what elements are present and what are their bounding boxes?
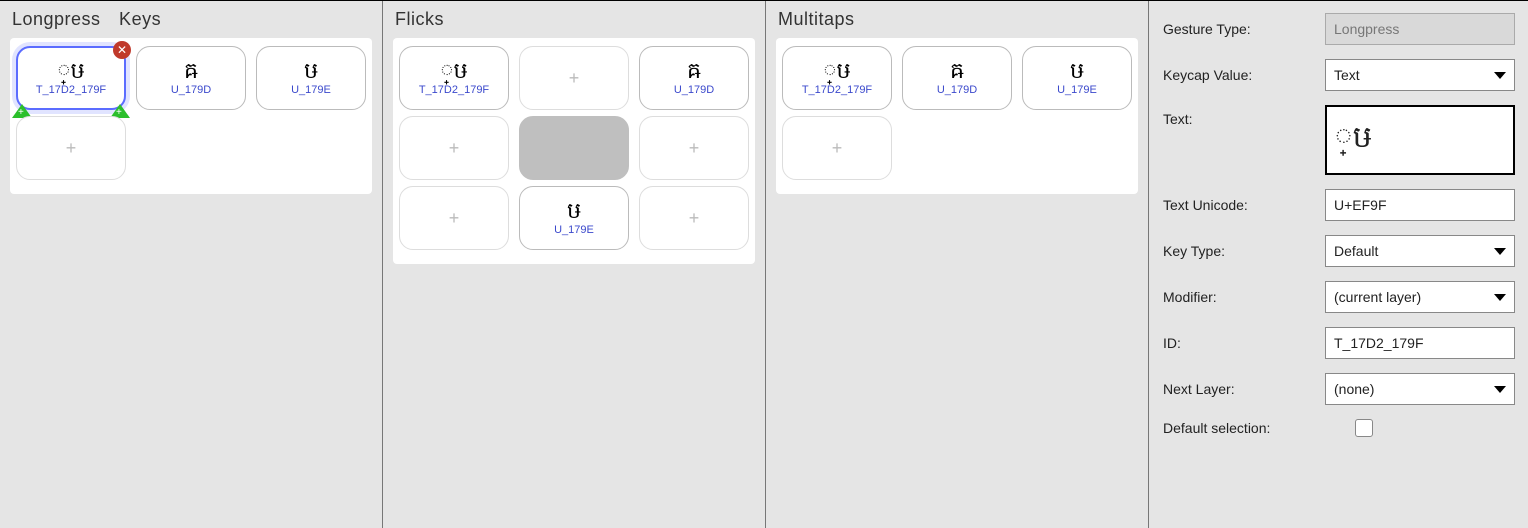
flick-ne[interactable]: ឝ U_179D [639, 46, 749, 110]
label-key-type: Key Type: [1163, 243, 1311, 259]
key-code: T_17D2_179F [36, 84, 106, 96]
label-keycap-value: Keycap Value: [1163, 67, 1311, 83]
key-glyph: ្ឞ [824, 60, 851, 82]
flicks-row-1: ្ឞ T_17D2_179F + ឝ U_179D [399, 46, 749, 110]
input-id[interactable]: T_17D2_179F [1325, 327, 1515, 359]
plus-icon: + [569, 69, 580, 87]
field-gesture-type: Longpress [1325, 13, 1515, 45]
label-id: ID: [1163, 335, 1311, 351]
longpress-row-2: + [16, 116, 366, 180]
label-default-selection: Default selection: [1163, 420, 1311, 436]
flicks-row-3: + ឞ U_179E + [399, 186, 749, 250]
flick-w[interactable]: + [399, 116, 509, 180]
key-code: U_179D [674, 84, 714, 96]
key-glyph: ឞ [304, 60, 318, 82]
key-code: U_179E [554, 224, 594, 236]
select-keycap-value[interactable]: Text [1325, 59, 1515, 91]
checkbox-default-selection[interactable] [1355, 419, 1373, 437]
key-code: U_179E [1057, 84, 1097, 96]
key-glyph: ឝ [184, 60, 198, 82]
checkbox-default-selection-wrap [1325, 419, 1515, 437]
value-key-type: Default [1334, 243, 1378, 259]
select-next-layer[interactable]: (none) [1325, 373, 1515, 405]
flick-nw[interactable]: ្ឞ T_17D2_179F [399, 46, 509, 110]
longpress-keys-area: ្ឞ T_17D2_179F ✕ + + ឝ U_179D ឞ U_179E + [10, 38, 372, 194]
value-next-layer: (none) [1334, 381, 1374, 397]
multitaps-keys-area: ្ឞ T_17D2_179F ឝ U_179D ឞ U_179E + [776, 38, 1138, 194]
flick-center [519, 116, 629, 180]
panel-properties: Gesture Type: Longpress Keycap Value: Te… [1149, 1, 1528, 528]
plus-icon: + [689, 209, 700, 227]
plus-icon: + [66, 139, 77, 157]
panel-multitaps: Multitaps ្ឞ T_17D2_179F ឝ U_179D ឞ U_17… [766, 1, 1149, 528]
properties-grid: Gesture Type: Longpress Keycap Value: Te… [1159, 7, 1525, 437]
key-glyph: ឝ [687, 60, 701, 82]
app-root: Longpress Keys ្ឞ T_17D2_179F ✕ + + ឝ U_… [0, 0, 1528, 528]
flick-e[interactable]: + [639, 116, 749, 180]
key-code: U_179D [171, 84, 211, 96]
multitap-key[interactable]: ឞ U_179E [1022, 46, 1132, 110]
select-modifier[interactable]: (current layer) [1325, 281, 1515, 313]
panel-multitaps-heading: Multitaps [778, 9, 1136, 30]
multitaps-row-2: + [782, 116, 1132, 180]
plus-icon: + [449, 139, 460, 157]
plus-icon: + [689, 139, 700, 157]
input-text[interactable]: ្ឞ [1325, 105, 1515, 175]
key-glyph: ្ឞ [441, 60, 468, 82]
value-gesture-type: Longpress [1334, 21, 1399, 37]
label-modifier: Modifier: [1163, 289, 1311, 305]
value-modifier: (current layer) [1334, 289, 1421, 305]
panel-longpress: Longpress Keys ្ឞ T_17D2_179F ✕ + + ឝ U_… [0, 1, 383, 528]
value-keycap-value: Text [1334, 67, 1360, 83]
longpress-key[interactable]: ឞ U_179E [256, 46, 366, 110]
label-next-layer: Next Layer: [1163, 381, 1311, 397]
longpress-row-1: ្ឞ T_17D2_179F ✕ + + ឝ U_179D ឞ U_179E [16, 46, 366, 110]
key-code: T_17D2_179F [419, 84, 489, 96]
key-code: U_179E [291, 84, 331, 96]
label-gesture-type: Gesture Type: [1163, 21, 1311, 37]
label-text: Text: [1163, 111, 1311, 127]
value-text-unicode: U+EF9F [1334, 197, 1387, 213]
label-text-unicode: Text Unicode: [1163, 197, 1311, 213]
key-glyph: ឞ [567, 200, 581, 222]
input-text-unicode[interactable]: U+EF9F [1325, 189, 1515, 221]
panel-longpress-heading: Longpress Keys [12, 9, 370, 30]
flick-n[interactable]: + [519, 46, 629, 110]
flick-sw[interactable]: + [399, 186, 509, 250]
key-glyph: ឞ [1070, 60, 1084, 82]
multitap-add-key[interactable]: + [782, 116, 892, 180]
key-glyph: ្ឞ [58, 60, 85, 82]
longpress-key-selected[interactable]: ្ឞ T_17D2_179F ✕ + + [16, 46, 126, 110]
longpress-key[interactable]: ឝ U_179D [136, 46, 246, 110]
multitaps-row-1: ្ឞ T_17D2_179F ឝ U_179D ឞ U_179E [782, 46, 1132, 110]
plus-icon: + [449, 209, 460, 227]
panel-flicks-heading: Flicks [395, 9, 753, 30]
value-text: ្ឞ [1335, 118, 1372, 162]
longpress-add-key[interactable]: + [16, 116, 126, 180]
close-icon[interactable]: ✕ [113, 41, 131, 59]
flicks-grid: ្ឞ T_17D2_179F + ឝ U_179D + + [393, 38, 755, 264]
multitap-key[interactable]: ្ឞ T_17D2_179F [782, 46, 892, 110]
select-key-type[interactable]: Default [1325, 235, 1515, 267]
key-code: U_179D [937, 84, 977, 96]
flicks-row-2: + + [399, 116, 749, 180]
key-glyph: ឝ [950, 60, 964, 82]
flick-se[interactable]: + [639, 186, 749, 250]
panel-flicks: Flicks ្ឞ T_17D2_179F + ឝ U_179D + [383, 1, 766, 528]
multitap-key[interactable]: ឝ U_179D [902, 46, 1012, 110]
value-id: T_17D2_179F [1334, 335, 1424, 351]
key-code: T_17D2_179F [802, 84, 872, 96]
flick-s[interactable]: ឞ U_179E [519, 186, 629, 250]
plus-icon: + [832, 139, 843, 157]
